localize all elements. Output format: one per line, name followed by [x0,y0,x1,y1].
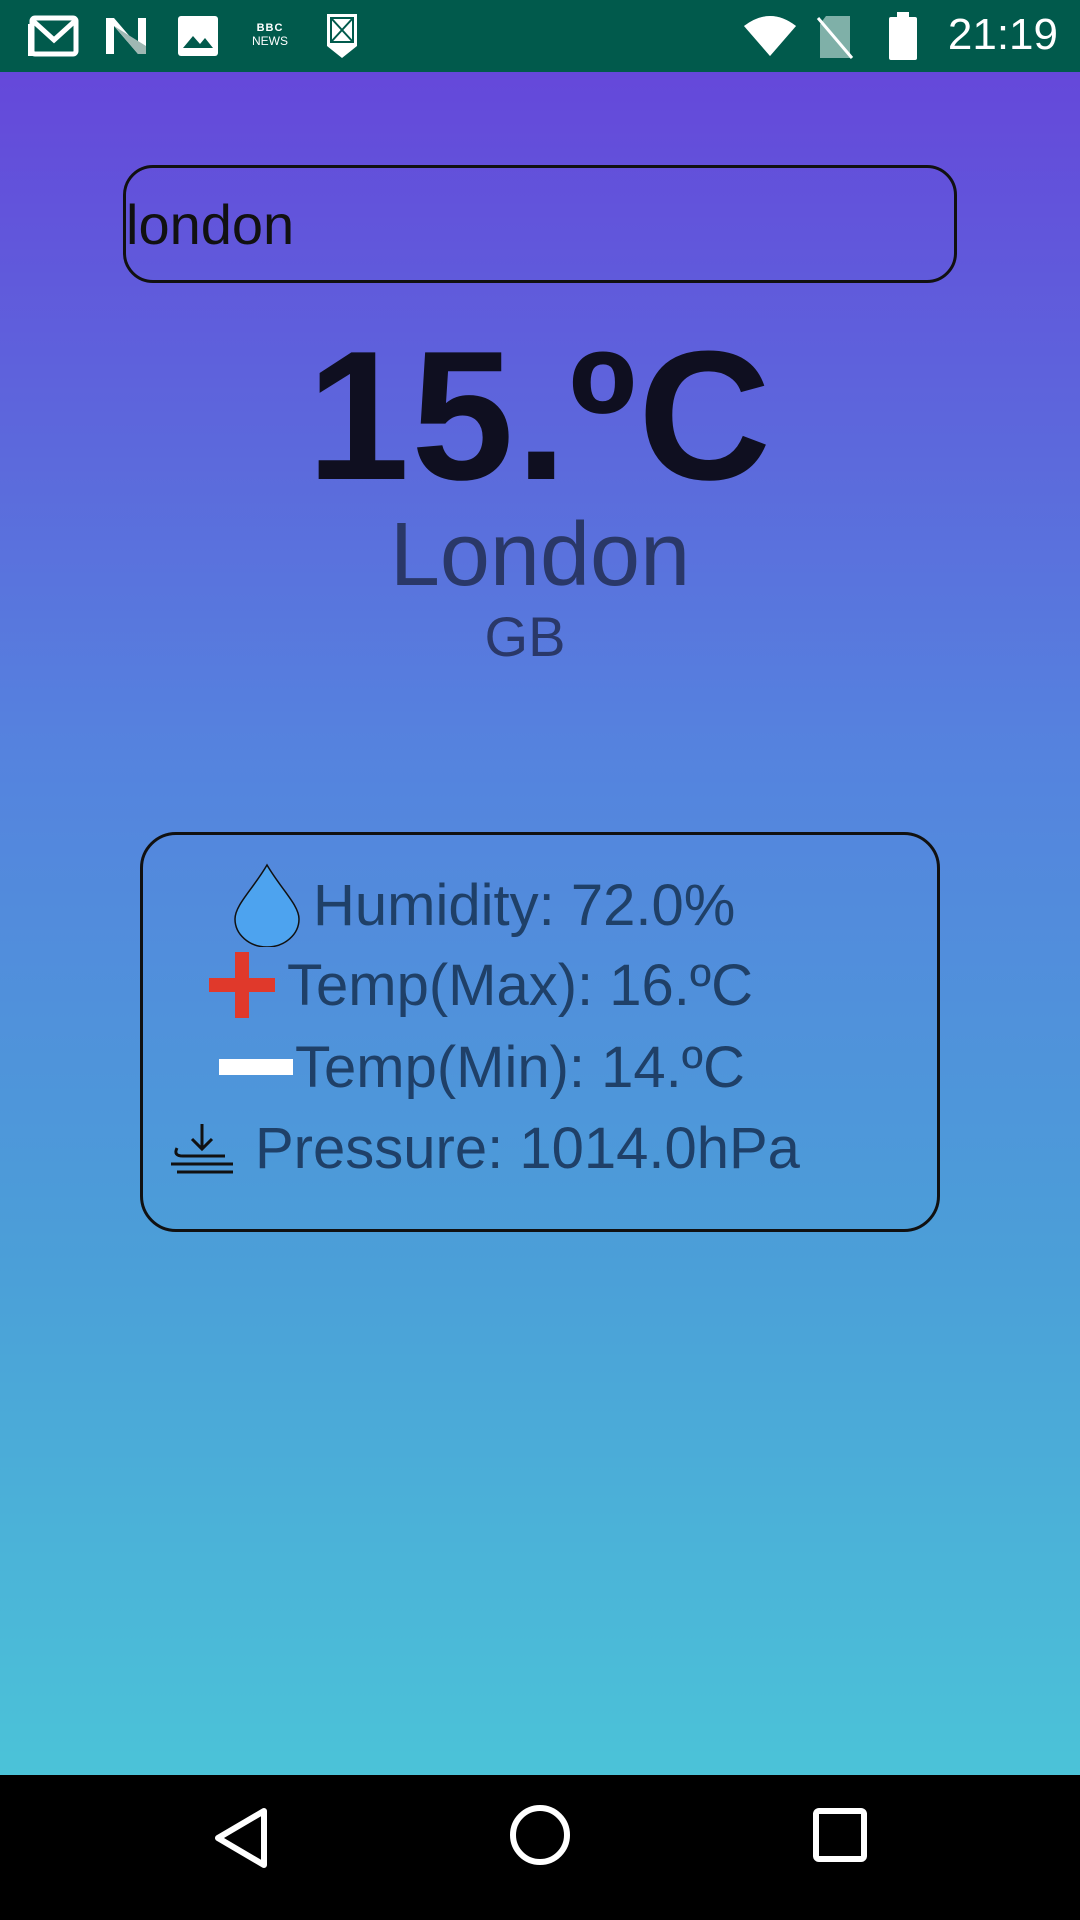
temp-max-text: Temp(Max): 16.ºC [287,952,753,1018]
minus-icon [219,1059,293,1075]
weather-app: 15.ºC London GB Humidity: 72.0% Temp(Max… [0,72,1080,1775]
temp-min-text: Temp(Min): 14.ºC [295,1034,745,1100]
n-icon [106,18,146,54]
water-drop-icon [234,863,300,947]
no-sim-icon [816,16,854,59]
pressure-text: Pressure: 1014.0hPa [255,1115,800,1181]
city-name: London [389,505,691,605]
recents-icon[interactable] [812,1807,868,1863]
bbc-news-icon: BBC NEWS [252,22,288,48]
gallery-icon [178,16,218,56]
status-bar: BBC NEWS 21:19 [0,0,1080,72]
pressure-icon [171,1124,233,1174]
temperature: 15.ºC [307,312,773,518]
home-icon[interactable] [508,1803,572,1867]
search-box[interactable] [123,165,957,283]
pressure-row: Pressure: 1014.0hPa [169,1108,800,1188]
wifi-icon [744,16,796,56]
temp-max-row: Temp(Max): 16.ºC [209,945,753,1025]
temp-min-row: Temp(Min): 14.ºC [219,1027,745,1107]
notification-icon [327,14,357,58]
weather-details-card: Humidity: 72.0% Temp(Max): 16.ºC Temp(Mi… [140,832,940,1232]
battery-icon [889,12,917,60]
humidity-row: Humidity: 72.0% [233,863,736,947]
humidity-text: Humidity: 72.0% [313,872,736,938]
city-search-input[interactable] [126,168,954,280]
country-code: GB [484,605,566,668]
gmail-icon [28,15,79,57]
navigation-bar [0,1775,1080,1920]
clock: 21:19 [947,10,1058,59]
plus-icon [209,952,275,1018]
back-icon[interactable] [210,1805,272,1871]
